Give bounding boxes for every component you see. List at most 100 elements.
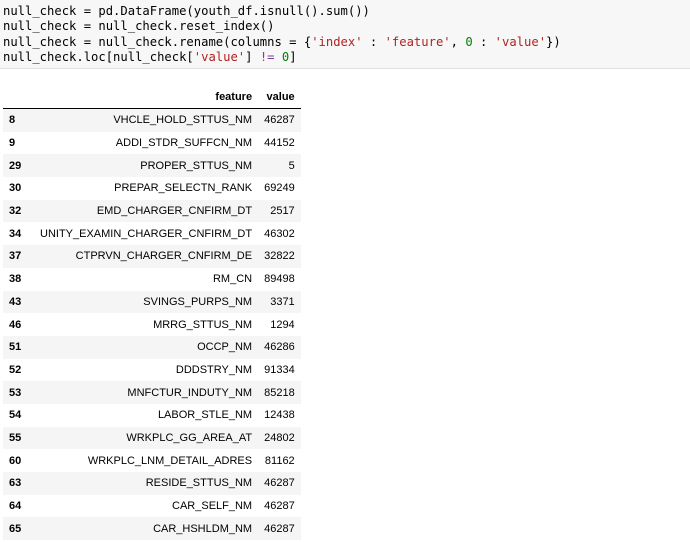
- cell-value: 46287: [264, 477, 295, 490]
- cell-feature: PROPER_STTUS_NM: [140, 159, 253, 172]
- row-index: 9: [9, 137, 16, 150]
- column-header-value: value: [258, 86, 301, 109]
- cell-feature: WRKPLC_LNM_DETAIL_ADRES: [87, 454, 253, 467]
- cell-feature: RM_CN: [212, 273, 253, 286]
- cell-feature: LABOR_STLE_NM: [157, 409, 253, 422]
- table-row: 52 DDDSTRY_NM 91334: [3, 358, 301, 382]
- code-line-4: null_check.loc[null_check['value'] != 0]: [3, 50, 690, 65]
- cell-value: 81162: [264, 454, 295, 467]
- code-line-1: null_check = pd.DataFrame(youth_df.isnul…: [3, 4, 370, 18]
- row-index: 54: [9, 409, 22, 422]
- row-index: 37: [9, 250, 22, 263]
- cell-feature: CAR_HSHLDM_NM: [153, 522, 253, 535]
- row-index: 38: [9, 273, 22, 286]
- cell-value: 69249: [264, 182, 295, 195]
- cell-value: 32822: [264, 250, 295, 263]
- row-index: 55: [9, 431, 22, 444]
- table-row: 9 ADDI_STDR_SUFFCN_NM 44152: [3, 131, 301, 155]
- table-row: 53 MNFCTUR_INDUTY_NM 85218: [3, 381, 301, 404]
- row-index: 30: [9, 182, 22, 195]
- row-index: 8: [9, 114, 16, 127]
- table-body: 8 VHCLE_HOLD_STTUS_NM 46287 9 ADDI_STDR_SUFF…: [3, 108, 301, 541]
- index-header: [3, 86, 34, 109]
- code-line-2: null_check = null_check.reset_index(): [3, 19, 275, 34]
- code-string: 'index': [311, 34, 363, 49]
- code-token: ,: [450, 34, 466, 49]
- code-number: 0: [465, 34, 473, 49]
- table-row: 46 MRRG_STTUS_NM 1294: [3, 313, 301, 336]
- cell-feature: VHCLE_HOLD_STTUS_NM: [113, 114, 253, 127]
- table-row: 37 CTPRVN_CHARGER_CNFIRM_DE 32822: [3, 245, 301, 268]
- table-row: 51 OCCP_NM 46286: [3, 335, 301, 359]
- row-index: 34: [9, 227, 22, 240]
- table-row: 65 CAR_HSHLDM_NM 46287: [3, 517, 301, 541]
- cell-value: 91334: [264, 363, 295, 376]
- cell-feature: PREPAR_SELECTN_RANK: [114, 182, 253, 195]
- cell-value: 1294: [270, 318, 295, 331]
- cell-value: 44152: [264, 137, 295, 150]
- code-token: }): [546, 34, 561, 49]
- table-row: 43 SVINGS_PURPS_NM 3371: [3, 290, 301, 314]
- cell-value: 46286: [264, 341, 295, 354]
- dataframe-output-table: feature value 8 VHCLE_HOLD_STTUS_NM 46287 9…: [3, 86, 301, 541]
- code-token: :: [362, 34, 385, 49]
- row-index: 53: [9, 386, 22, 399]
- row-index: 65: [9, 522, 22, 535]
- cell-feature: UNITY_EXAMIN_CHARGER_CNFIRM_DT: [40, 227, 253, 240]
- table-row: 8 VHCLE_HOLD_STTUS_NM 46287: [3, 108, 301, 132]
- cell-value: 46287: [264, 522, 295, 535]
- table-row: 63 RESIDE_STTUS_NM 46287: [3, 472, 301, 495]
- cell-value: 2517: [270, 205, 295, 218]
- row-index: 29: [9, 159, 22, 172]
- code-cell-input[interactable]: null_check = pd.DataFrame(youth_df.isnul…: [0, 0, 690, 69]
- table-row: 64 CAR_SELF_NM 46287: [3, 494, 301, 518]
- row-index: 51: [9, 341, 22, 354]
- code-token: :: [472, 34, 495, 49]
- cell-feature: CAR_SELF_NM: [172, 500, 253, 513]
- code-token: ]: [245, 50, 260, 65]
- cell-feature: MNFCTUR_INDUTY_NM: [127, 386, 253, 399]
- table-row: 29 PROPER_STTUS_NM 5: [3, 154, 301, 178]
- cell-feature: CTPRVN_CHARGER_CNFIRM_DE: [75, 250, 253, 263]
- table-row: 55 WRKPLC_GG_AREA_AT 24802: [3, 426, 301, 450]
- code-token: null_check = null_check.rename(columns =…: [3, 34, 312, 49]
- row-index: 52: [9, 363, 22, 376]
- cell-value: 12438: [264, 409, 295, 422]
- code-string: 'value': [193, 50, 246, 65]
- table-row: 54 LABOR_STLE_NM 12438: [3, 403, 301, 427]
- cell-feature: EMD_CHARGER_CNFIRM_DT: [96, 205, 253, 218]
- row-index: 64: [9, 500, 22, 513]
- cell-value: 46287: [264, 500, 295, 513]
- cell-value: 3371: [270, 295, 295, 308]
- table-header-row: feature value: [3, 86, 301, 109]
- row-index: 46: [9, 318, 22, 331]
- cell-feature: ADDI_STDR_SUFFCN_NM: [115, 137, 253, 150]
- code-string: 'feature': [384, 34, 451, 49]
- cell-value: 89498: [264, 273, 295, 286]
- code-line-3: null_check = null_check.rename(columns =…: [3, 35, 690, 50]
- cell-feature: RESIDE_STTUS_NM: [145, 477, 253, 490]
- table-row: 60 WRKPLC_LNM_DETAIL_ADRES 81162: [3, 449, 301, 472]
- cell-feature: DDDSTRY_NM: [175, 363, 253, 376]
- row-index: 32: [9, 205, 22, 218]
- row-index: 60: [9, 454, 22, 467]
- cell-feature: WRKPLC_GG_AREA_AT: [126, 431, 253, 444]
- cell-feature: OCCP_NM: [197, 341, 253, 354]
- cell-feature: MRRG_STTUS_NM: [153, 318, 253, 331]
- cell-value: 85218: [264, 386, 295, 399]
- cell-value: 46302: [264, 227, 295, 240]
- table-row: 38 RM_CN 89498: [3, 267, 301, 291]
- row-index: 63: [9, 477, 22, 490]
- code-operator: !=: [259, 50, 275, 65]
- row-index: 43: [9, 295, 22, 308]
- cell-value: 5: [288, 159, 295, 172]
- code-token: ]: [289, 50, 297, 65]
- cell-value: 24802: [264, 431, 295, 444]
- column-header-feature: feature: [34, 86, 259, 109]
- cell-feature: SVINGS_PURPS_NM: [143, 295, 253, 308]
- cell-value: 46287: [264, 114, 295, 127]
- code-token: null_check.loc[null_check[: [3, 50, 194, 65]
- code-string: 'value': [494, 34, 547, 49]
- table-row: 30 PREPAR_SELECTN_RANK 69249: [3, 177, 301, 200]
